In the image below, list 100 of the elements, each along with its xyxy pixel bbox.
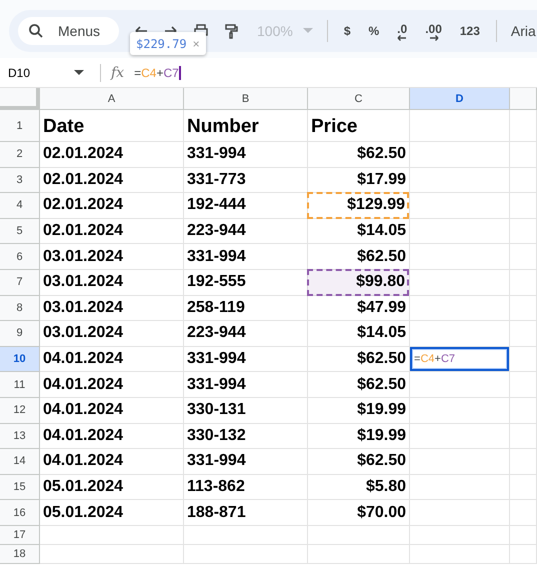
column-header[interactable]: D [410, 88, 510, 110]
column-header[interactable]: B [184, 88, 308, 110]
select-all-corner[interactable] [0, 88, 40, 110]
table-cell: 330-132 [187, 426, 246, 445]
table-cell: 192-444 [187, 196, 246, 214]
empty-cell[interactable] [510, 321, 537, 347]
caret-icon [74, 70, 84, 76]
empty-cell[interactable] [410, 110, 510, 142]
table-cell: 188-871 [187, 504, 246, 522]
empty-cell[interactable] [410, 449, 510, 475]
empty-cell[interactable] [510, 296, 537, 322]
table-cell: $62.50 [357, 145, 406, 164]
table-cell: 04.01.2024 [43, 426, 124, 445]
empty-cell[interactable] [510, 526, 537, 545]
row-header[interactable]: 9 [0, 321, 40, 347]
table-cell: 331-994 [187, 452, 246, 470]
row-header[interactable]: 1 [0, 110, 40, 142]
empty-cell[interactable] [410, 544, 510, 564]
empty-cell[interactable] [410, 500, 510, 526]
empty-cell[interactable] [510, 218, 537, 244]
empty-cell[interactable] [510, 193, 537, 219]
format-button[interactable]: $ [344, 24, 350, 38]
empty-cell[interactable] [410, 474, 510, 500]
row-header[interactable]: 8 [0, 296, 40, 322]
table-cell: 04.01.2024 [43, 350, 124, 368]
empty-cell[interactable] [510, 474, 537, 500]
table-cell: Price [311, 116, 358, 138]
row-header[interactable]: 6 [0, 244, 40, 270]
row-header[interactable]: 18 [0, 544, 40, 564]
row-header[interactable]: 3 [0, 168, 40, 194]
caret-icon [302, 28, 313, 34]
format-button[interactable]: .00 [425, 22, 442, 40]
row-header[interactable]: 17 [0, 526, 40, 545]
referenced-cell: $129.99 [307, 192, 409, 219]
row-header[interactable]: 14 [0, 449, 40, 475]
name-box[interactable]: D10 [0, 66, 92, 80]
row-header[interactable]: 15 [0, 474, 40, 500]
column-header[interactable]: C [308, 88, 410, 110]
empty-cell[interactable] [410, 168, 510, 194]
empty-cell[interactable] [410, 296, 510, 322]
row-header[interactable]: 11 [0, 372, 40, 398]
table-cell: 03.01.2024 [43, 248, 124, 266]
row-header[interactable]: 2 [0, 142, 40, 168]
row-header[interactable]: 13 [0, 424, 40, 450]
empty-cell[interactable] [510, 244, 537, 270]
empty-cell[interactable] [410, 193, 510, 219]
table-cell: 223-944 [187, 324, 246, 342]
table-cell: $62.50 [357, 452, 406, 470]
left-arrow-icon [397, 34, 408, 40]
font-dropdown[interactable]: Aria [510, 23, 536, 39]
table-cell: $19.99 [357, 426, 406, 445]
empty-cell[interactable] [410, 526, 510, 545]
format-button[interactable]: 123 [460, 24, 480, 38]
empty-cell[interactable] [510, 424, 537, 450]
table-cell: $14.05 [357, 324, 406, 342]
format-button[interactable]: .0 [397, 22, 408, 40]
table-cell: $17.99 [357, 170, 406, 189]
table-cell: $19.99 [357, 401, 406, 420]
empty-cell[interactable] [510, 500, 537, 526]
table-cell: 113-862 [187, 478, 245, 496]
empty-cell[interactable] [510, 142, 537, 168]
table-cell: Number [187, 116, 259, 138]
row-header[interactable]: 10 [0, 346, 40, 372]
empty-cell[interactable] [308, 544, 410, 564]
cell-editor[interactable]: =C4+C7 [410, 346, 509, 372]
empty-cell[interactable] [510, 398, 537, 424]
row-header[interactable]: 5 [0, 218, 40, 244]
table-cell: 02.01.2024 [43, 145, 124, 164]
column-header[interactable] [510, 88, 537, 110]
menus-search-button[interactable]: Menus [18, 17, 119, 45]
empty-cell[interactable] [410, 372, 510, 398]
row-header[interactable]: 4 [0, 193, 40, 219]
empty-cell[interactable] [184, 544, 308, 564]
empty-cell[interactable] [510, 544, 537, 564]
table-cell: 04.01.2024 [43, 452, 124, 470]
format-button[interactable]: % [368, 24, 380, 38]
table-cell: $14.05 [357, 222, 406, 240]
function-label: fx [111, 64, 124, 80]
row-header[interactable]: 7 [0, 270, 40, 296]
empty-cell[interactable] [510, 449, 537, 475]
table-cell: 02.01.2024 [43, 222, 124, 240]
empty-cell[interactable] [410, 424, 510, 450]
row-header[interactable]: 12 [0, 398, 40, 424]
formula-input[interactable]: =C4+C7 [134, 66, 181, 80]
empty-cell[interactable] [410, 398, 510, 424]
empty-cell[interactable] [410, 218, 510, 244]
empty-cell[interactable] [510, 270, 537, 296]
column-header[interactable]: A [40, 88, 184, 110]
empty-cell[interactable] [410, 244, 510, 270]
empty-cell[interactable] [184, 526, 308, 545]
empty-cell[interactable] [510, 168, 537, 194]
empty-cell[interactable] [410, 142, 510, 168]
empty-cell[interactable] [510, 372, 537, 398]
paint-roller-icon[interactable] [223, 23, 239, 39]
row-header[interactable]: 16 [0, 500, 40, 526]
table-cell: $47.99 [357, 298, 406, 317]
table-cell: 05.01.2024 [43, 478, 124, 496]
table-cell: 330-131 [187, 401, 246, 420]
empty-cell[interactable] [308, 526, 410, 545]
table-cell: $5.80 [366, 478, 406, 496]
